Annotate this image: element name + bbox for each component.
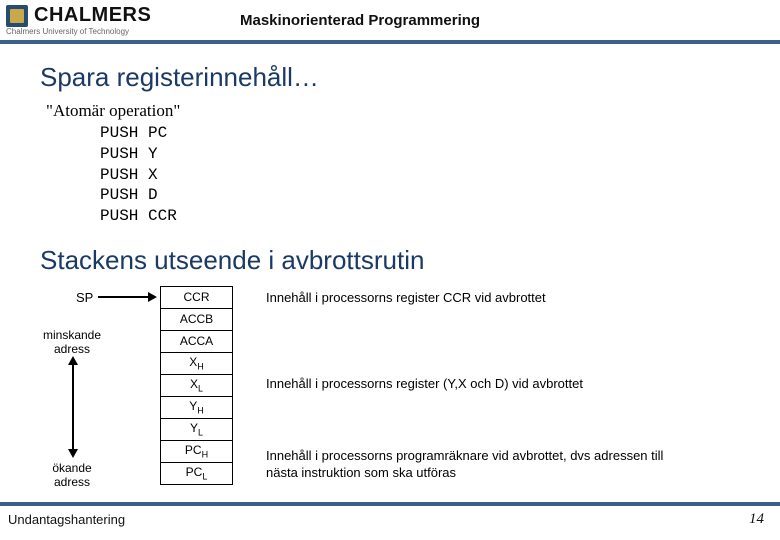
logo-text: CHALMERS <box>34 4 151 27</box>
table-row: ACCB <box>161 308 233 330</box>
push-line: PUSH D <box>100 185 750 206</box>
logo-box: CHALMERS Chalmers University of Technolo… <box>0 0 230 42</box>
push-line: PUSH Y <box>100 144 750 165</box>
table-row: YH <box>161 396 233 418</box>
table-row: CCR <box>161 286 233 308</box>
address-direction-arrow-icon <box>68 358 78 456</box>
cell-sub: H <box>197 406 204 416</box>
increasing-address-label: ökande adress <box>40 461 104 490</box>
cell-sub: L <box>198 428 203 438</box>
push-line: PUSH X <box>100 165 750 186</box>
stack-cell: ACCA <box>161 330 233 352</box>
cell-main: PC <box>185 443 202 457</box>
footer-topic: Undantagshantering <box>8 512 125 527</box>
stack-cell: YH <box>161 396 233 418</box>
stack-cell: XL <box>161 374 233 396</box>
oka-line1: ökande <box>52 461 91 475</box>
slide-root: CHALMERS Chalmers University of Technolo… <box>0 0 780 540</box>
table-row: YL <box>161 418 233 440</box>
cell-sub: L <box>202 472 207 482</box>
section-title-1: Spara registerinnehåll… <box>40 62 750 93</box>
cell-main: Y <box>190 421 198 435</box>
cell-sub: L <box>198 384 203 394</box>
logo-subtitle: Chalmers University of Technology <box>6 27 230 36</box>
section-title-2: Stackens utseende i avbrottsrutin <box>40 245 750 276</box>
desc-ccr: Innehåll i processorns register CCR vid … <box>266 290 546 307</box>
arrow-up-icon <box>68 356 78 365</box>
stack-cell: PCH <box>161 440 233 462</box>
chalmers-crest-icon <box>6 5 28 27</box>
desc-pc: Innehåll i processorns programräknare vi… <box>266 448 696 482</box>
logo-top: CHALMERS <box>6 4 230 27</box>
table-row: XL <box>161 374 233 396</box>
stack-cell: ACCB <box>161 308 233 330</box>
minsk-line1: minskande <box>43 328 101 342</box>
cell-main: X <box>190 377 198 391</box>
stack-cell: CCR <box>161 286 233 308</box>
stack-cell: XH <box>161 352 233 374</box>
push-line: PUSH CCR <box>100 206 750 227</box>
page-number: 14 <box>749 511 764 528</box>
arrow-down-icon <box>68 449 78 458</box>
decreasing-address-label: minskande adress <box>40 328 104 357</box>
stack-table: CCR ACCB ACCA XH XL YH YL PCH PCL <box>160 286 233 485</box>
minsk-line2: adress <box>54 342 90 356</box>
cell-sub: H <box>202 450 209 460</box>
push-line: PUSH PC <box>100 123 750 144</box>
table-row: XH <box>161 352 233 374</box>
sp-label: SP <box>76 290 93 305</box>
oka-line2: adress <box>54 475 90 489</box>
sp-arrow-head-icon <box>148 292 157 302</box>
stack-diagram: SP minskande adress ökande adress CCR AC… <box>40 286 750 516</box>
header-course-title: Maskinorienterad Programmering <box>230 12 780 29</box>
slide-footer: Undantagshantering 14 <box>0 502 780 532</box>
stack-cell: PCL <box>161 462 233 484</box>
cell-main: PC <box>186 465 203 479</box>
slide-body: Spara registerinnehåll… "Atomär operatio… <box>0 44 780 516</box>
desc-yxd: Innehåll i processorns register (Y,X och… <box>266 376 583 393</box>
slide-header: CHALMERS Chalmers University of Technolo… <box>0 0 780 44</box>
cell-sub: H <box>197 362 204 372</box>
push-instruction-list: PUSH PC PUSH Y PUSH X PUSH D PUSH CCR <box>100 123 750 227</box>
table-row: PCH <box>161 440 233 462</box>
atomic-operation-label: "Atomär operation" <box>46 101 750 121</box>
stack-cell: YL <box>161 418 233 440</box>
table-row: PCL <box>161 462 233 484</box>
table-row: ACCA <box>161 330 233 352</box>
